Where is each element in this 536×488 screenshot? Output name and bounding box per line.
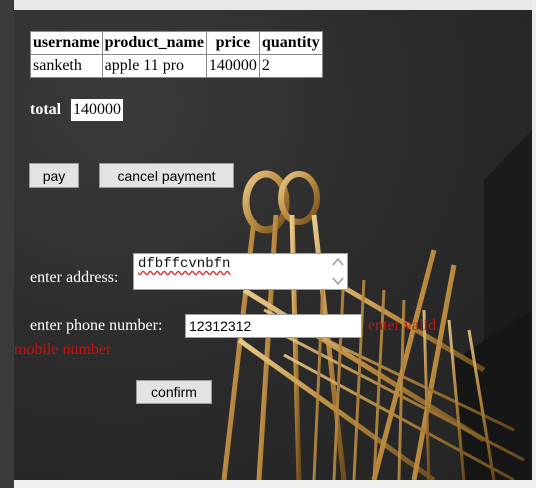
cart-table: username product_name price quantity san… (30, 31, 323, 78)
address-text: dfbffcvnbfn (138, 256, 231, 272)
shopping-cart-image (221, 130, 532, 480)
textarea-scroll-arrows[interactable] (331, 256, 345, 287)
phone-error-message: enter valid (368, 317, 436, 334)
scroll-up-icon (332, 257, 344, 266)
pay-button[interactable]: pay (29, 163, 79, 188)
cell-username: sanketh (30, 54, 103, 78)
cart-table-header-row: username product_name price quantity (30, 31, 323, 55)
table-row: sanketh apple 11 pro 140000 2 (30, 54, 323, 78)
cancel-payment-button[interactable]: cancel payment (99, 163, 234, 188)
cell-quantity: 2 (258, 54, 323, 78)
column-header-quantity: quantity (258, 31, 323, 55)
phone-input[interactable]: 12312312 (185, 314, 362, 338)
background-photo (14, 10, 532, 480)
address-label: enter address: (30, 269, 119, 286)
confirm-button[interactable]: confirm (136, 380, 212, 404)
address-textarea[interactable]: dfbffcvnbfn (133, 253, 348, 290)
column-header-username: username (30, 31, 103, 55)
scroll-down-icon (332, 277, 344, 286)
page-right-edge (532, 0, 536, 488)
phone-error-message-continued: mobile number (14, 341, 112, 358)
page-top-edge (14, 0, 536, 10)
column-header-product-name: product_name (101, 31, 207, 55)
column-header-price: price (205, 31, 260, 55)
phone-label: enter phone number: (30, 317, 163, 334)
cell-product-name: apple 11 pro (101, 54, 207, 78)
total-label: total (30, 101, 62, 118)
total-value: 140000 (71, 99, 123, 121)
cell-price: 140000 (205, 54, 260, 78)
page-left-edge (0, 0, 14, 488)
page-bottom-edge (14, 480, 536, 488)
